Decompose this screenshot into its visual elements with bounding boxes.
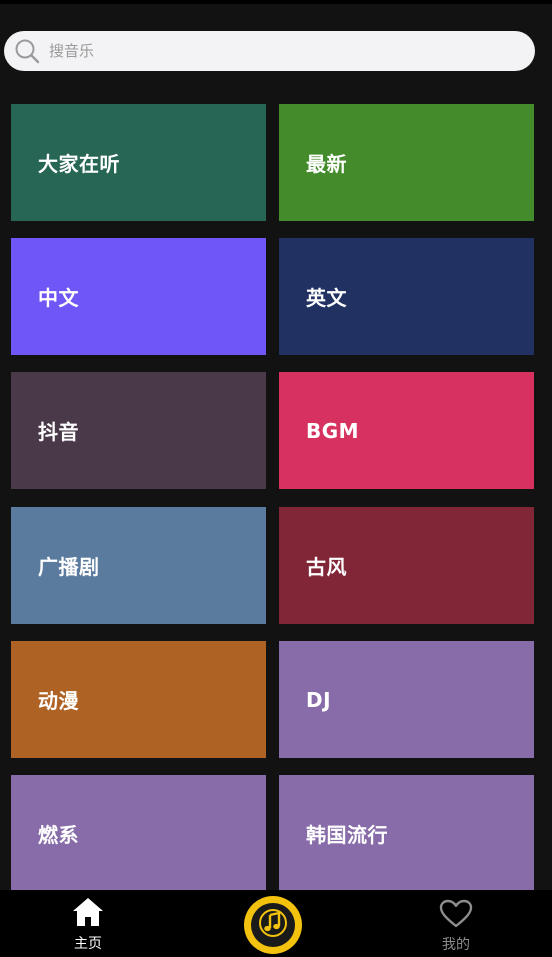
music-note-icon <box>258 908 288 942</box>
category-label: 最新 <box>306 152 347 176</box>
category-label: DJ <box>306 687 332 712</box>
category-tile-yingwen[interactable]: 英文 <box>279 238 534 355</box>
now-playing-button[interactable] <box>244 896 302 954</box>
category-tile-zuixin[interactable]: 最新 <box>279 104 534 221</box>
category-tile-zhongwen[interactable]: 中文 <box>11 238 266 355</box>
heart-icon <box>439 899 473 933</box>
nav-home-label: 主页 <box>74 936 102 952</box>
category-tile-dongman[interactable]: 动漫 <box>11 641 266 758</box>
category-label: BGM <box>306 418 360 443</box>
category-label: 大家在听 <box>38 152 120 176</box>
category-label: 动漫 <box>38 689 79 713</box>
category-tile-guangboju[interactable]: 广播剧 <box>11 507 266 624</box>
bottom-nav: 主页 我的 <box>0 890 552 957</box>
category-label: 燃系 <box>38 823 79 847</box>
search-icon <box>13 37 41 65</box>
search-input[interactable] <box>49 36 489 66</box>
player-disc <box>251 903 295 947</box>
home-icon <box>71 896 105 932</box>
category-label: 古风 <box>306 555 347 579</box>
status-bar <box>0 0 552 4</box>
category-tile-bgm[interactable]: BGM <box>279 372 534 489</box>
category-tile-ranxi[interactable]: 燃系 <box>11 775 266 890</box>
category-tile-dajiazaiting[interactable]: 大家在听 <box>11 104 266 221</box>
category-tile-hanguoliuxing[interactable]: 韩国流行 <box>279 775 534 890</box>
nav-mine-label: 我的 <box>442 937 470 953</box>
category-label: 中文 <box>38 286 79 310</box>
category-tile-gufeng[interactable]: 古风 <box>279 507 534 624</box>
category-label: 韩国流行 <box>306 823 388 847</box>
category-label: 广播剧 <box>38 555 100 579</box>
category-grid: 大家在听 最新 中文 英文 抖音 BGM 广播剧 古风 动漫 DJ 燃系 韩国流… <box>11 104 534 890</box>
category-label: 抖音 <box>38 420 79 444</box>
category-label: 英文 <box>306 286 347 310</box>
search-bar[interactable] <box>4 31 535 71</box>
nav-home-tab[interactable]: 主页 <box>58 896 118 954</box>
nav-mine-tab[interactable]: 我的 <box>426 899 486 955</box>
category-tile-dj[interactable]: DJ <box>279 641 534 758</box>
category-tile-douyin[interactable]: 抖音 <box>11 372 266 489</box>
